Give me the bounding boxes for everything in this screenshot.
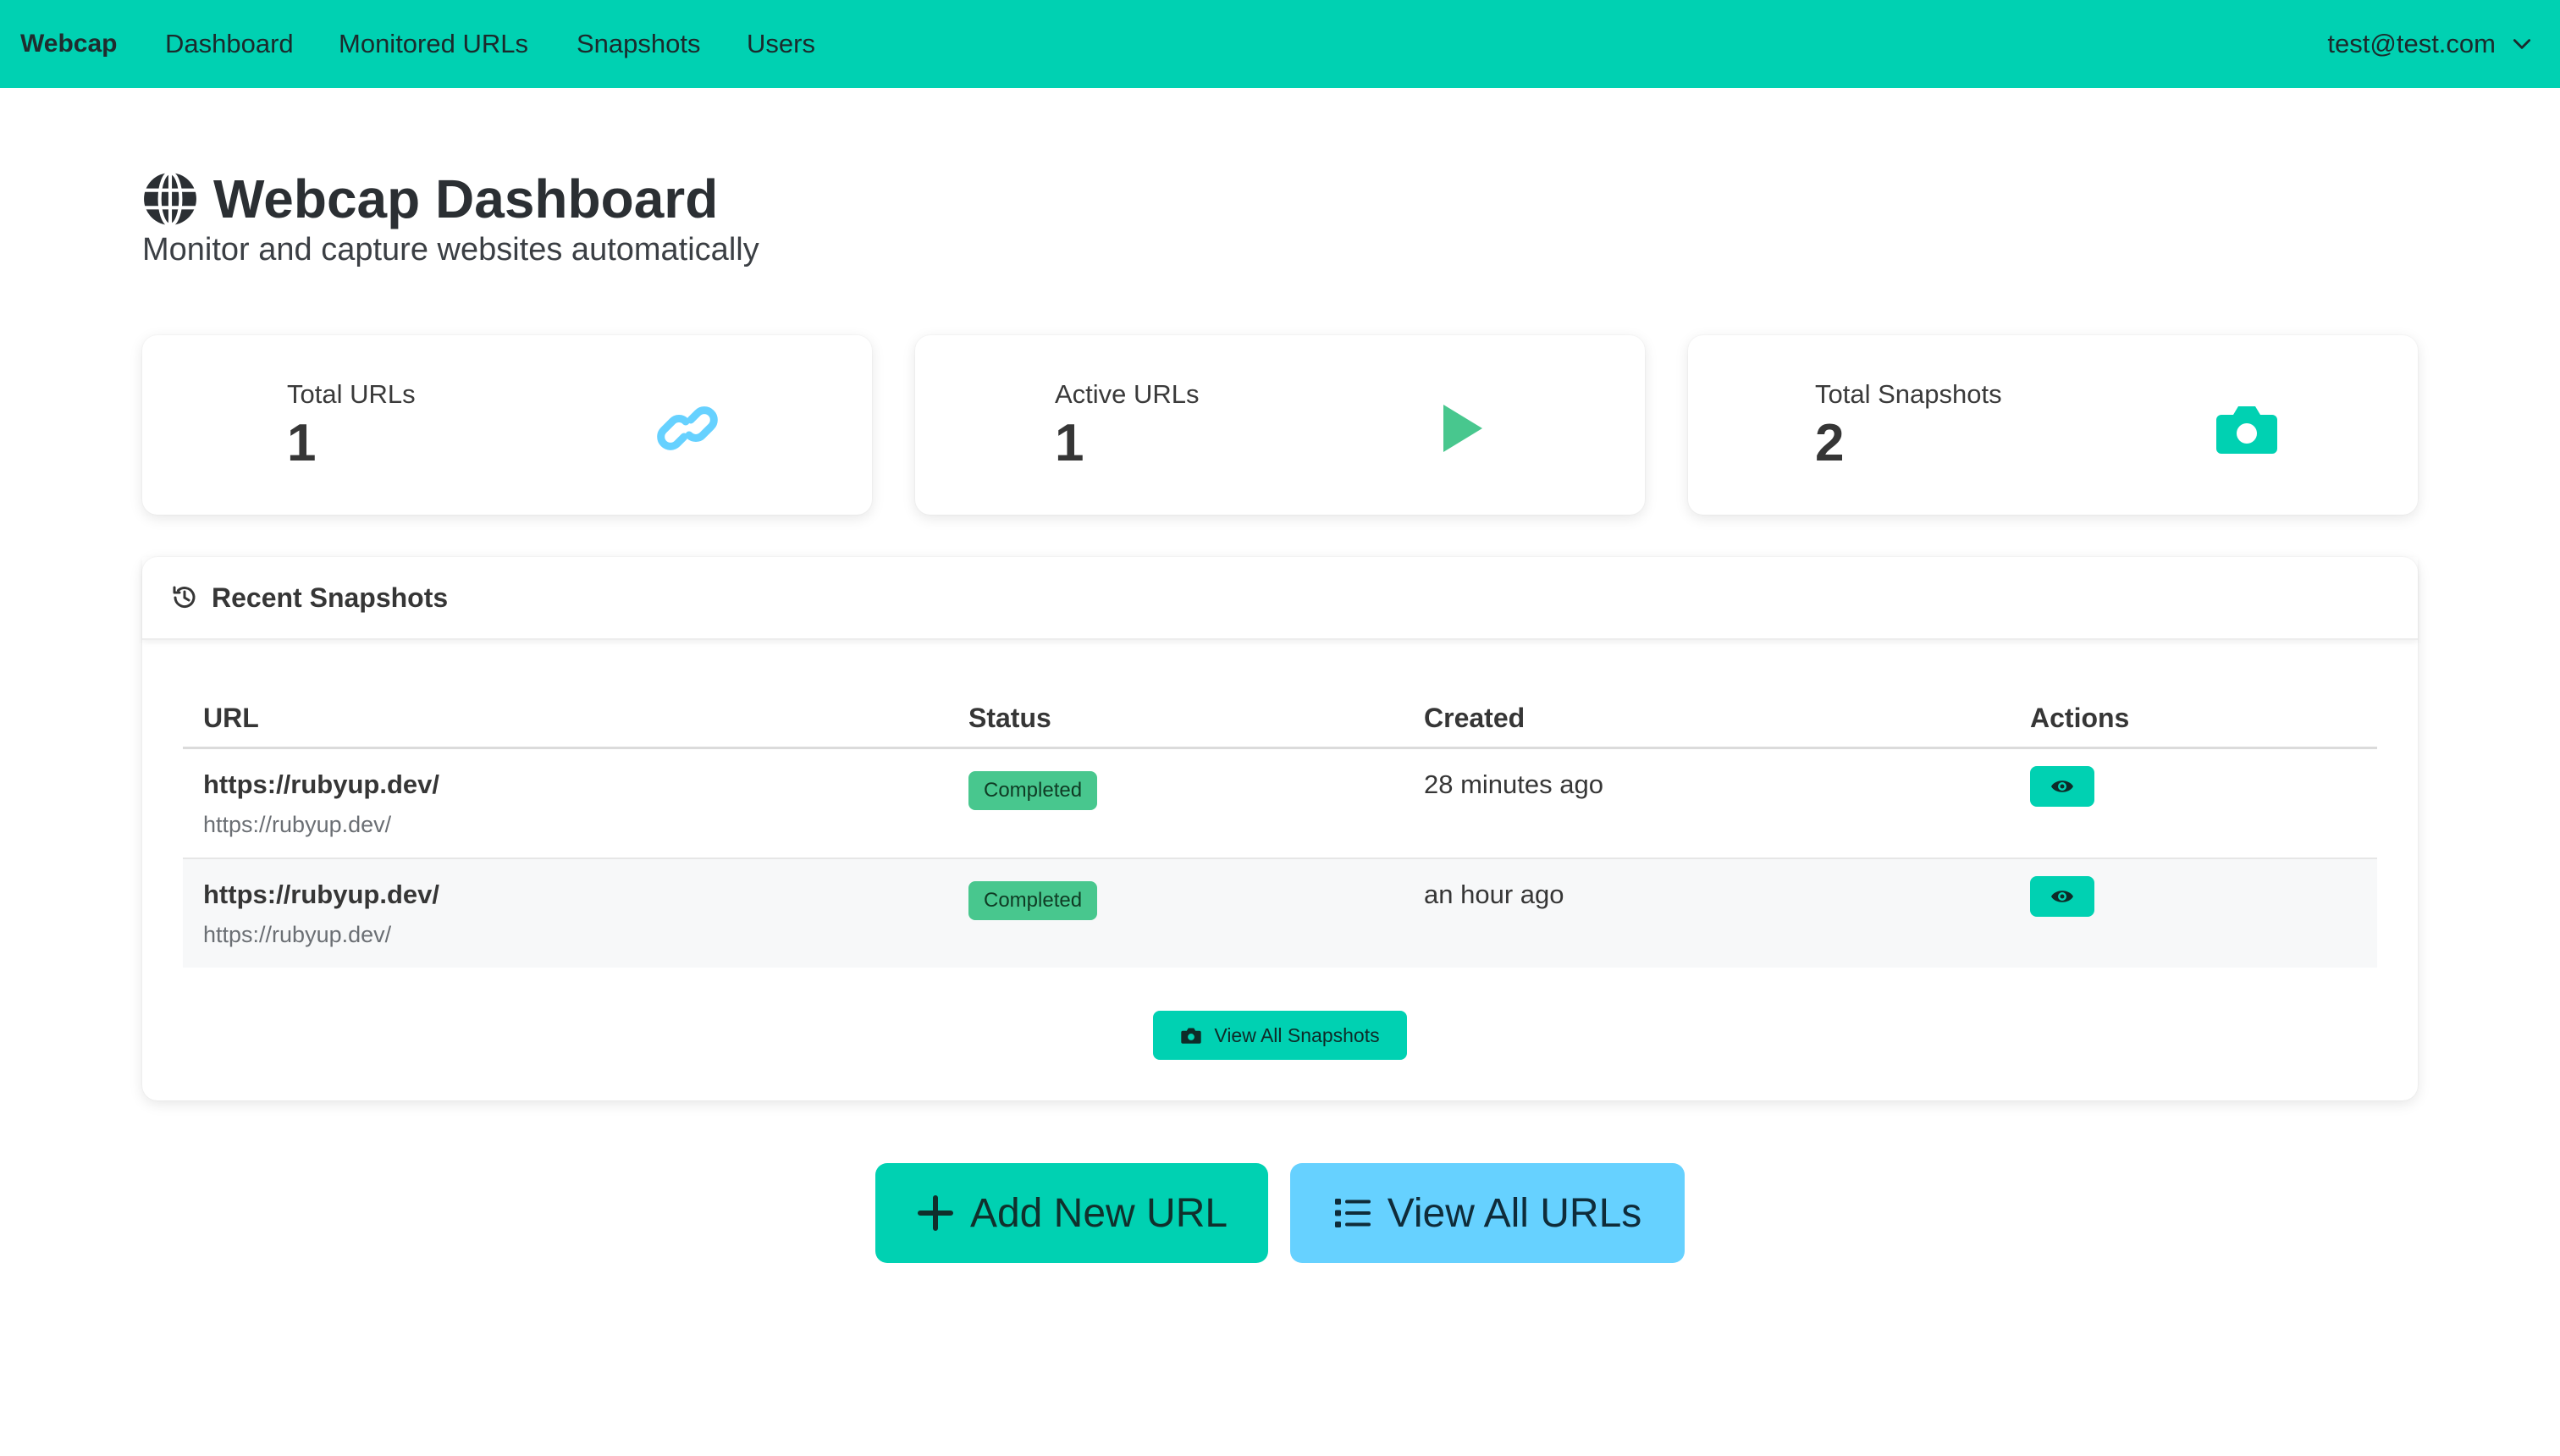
status-badge: Completed <box>968 881 1098 920</box>
column-header-created: Created <box>1424 703 1526 733</box>
row-url: https://rubyup.dev/ <box>203 769 439 799</box>
stat-card-total-urls: Total URLs 1 <box>142 335 872 515</box>
column-header-status: Status <box>968 703 1051 733</box>
camera-icon <box>1181 1028 1202 1044</box>
user-email: test@test.com <box>2327 29 2496 58</box>
row-created: 28 minutes ago <box>1424 769 1603 799</box>
column-header-url: URL <box>203 703 259 733</box>
stat-value: 1 <box>287 414 317 472</box>
stat-value: 2 <box>1815 414 1845 472</box>
page-header: Webcap Dashboard Monitor and capture web… <box>142 168 759 268</box>
row-url: https://rubyup.dev/ <box>203 880 439 909</box>
view-all-urls-label: View All URLs <box>1387 1190 1642 1236</box>
recent-snapshots-title: Recent Snapshots <box>169 582 448 614</box>
row-created: an hour ago <box>1424 880 1564 909</box>
nav-monitored-urls[interactable]: Monitored URLs <box>339 29 528 59</box>
history-icon <box>173 586 196 609</box>
row-url-sub: https://rubyup.dev/ <box>203 812 392 837</box>
add-new-url-label: Add New URL <box>969 1190 1228 1236</box>
user-menu[interactable]: test@test.com <box>2327 29 2533 59</box>
page-title: Webcap Dashboard <box>142 168 759 230</box>
link-icon <box>657 406 718 450</box>
page-subtitle: Monitor and capture websites automatical… <box>142 232 759 267</box>
column-header-actions: Actions <box>2030 703 2130 733</box>
stat-card-active-urls: Active URLs 1 <box>915 335 1645 515</box>
list-icon <box>1334 1199 1371 1227</box>
stat-label: Total Snapshots <box>1815 379 2002 409</box>
status-badge: Completed <box>968 771 1098 810</box>
stat-card-total-snapshots: Total Snapshots 2 <box>1688 335 2418 515</box>
nav-dashboard[interactable]: Dashboard <box>165 29 294 59</box>
page-title-text: Webcap Dashboard <box>213 168 719 229</box>
view-snapshot-button[interactable] <box>2030 876 2094 917</box>
stat-label: Active URLs <box>1055 379 1200 409</box>
nav-snapshots[interactable]: Snapshots <box>577 29 701 59</box>
plus-icon <box>917 1195 953 1231</box>
stat-label: Total URLs <box>287 379 416 409</box>
table-row: https://rubyup.dev/ https://rubyup.dev/ … <box>183 749 2377 858</box>
brand-link[interactable]: Webcap <box>20 30 117 58</box>
top-navbar: Webcap Dashboard Monitored URLs Snapshot… <box>0 0 2560 88</box>
add-new-url-button[interactable]: Add New URL <box>875 1163 1268 1263</box>
recent-title-text: Recent Snapshots <box>212 582 449 613</box>
stat-value: 1 <box>1055 414 1084 472</box>
view-all-snapshots-button[interactable]: View All Snapshots <box>1153 1011 1407 1060</box>
nav-users[interactable]: Users <box>747 29 815 59</box>
globe-icon <box>144 171 196 227</box>
row-url-sub: https://rubyup.dev/ <box>203 922 392 947</box>
eye-icon <box>2051 780 2073 792</box>
table-row: https://rubyup.dev/ https://rubyup.dev/ … <box>183 859 2377 968</box>
chevron-down-icon <box>2513 39 2531 49</box>
eye-icon <box>2051 891 2073 902</box>
view-all-snapshots-label: View All Snapshots <box>1214 1023 1380 1046</box>
play-icon <box>1443 405 1482 452</box>
recent-snapshots-header: Recent Snapshots <box>142 557 2418 640</box>
view-snapshot-button[interactable] <box>2030 766 2094 807</box>
camera-icon <box>2216 406 2277 454</box>
view-all-urls-button[interactable]: View All URLs <box>1290 1163 1685 1263</box>
